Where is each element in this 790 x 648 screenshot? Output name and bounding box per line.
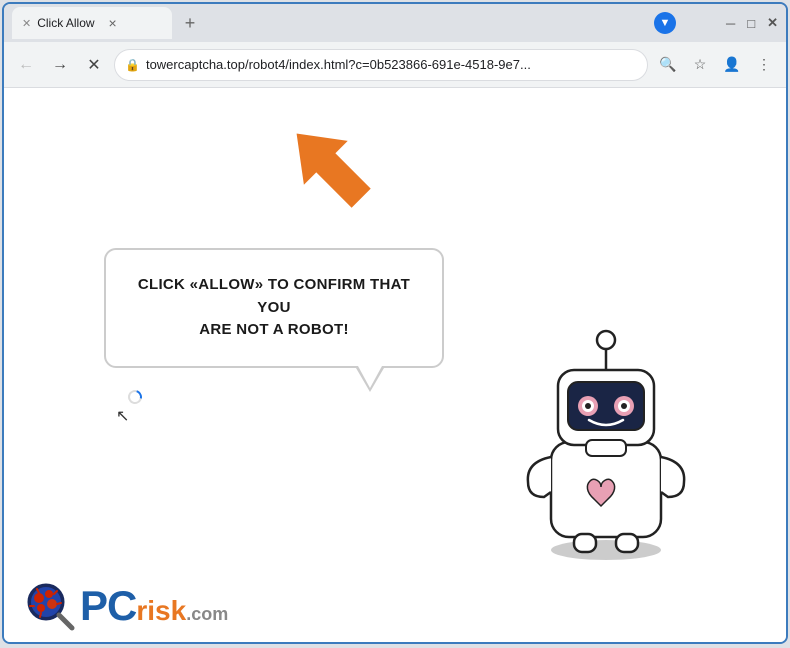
pc-blue-text: PC xyxy=(80,582,136,629)
minimize-button[interactable]: ─ xyxy=(726,16,735,31)
address-bar[interactable]: 🔒 towercaptcha.top/robot4/index.html?c=0… xyxy=(114,49,648,81)
tab-close-button[interactable]: × xyxy=(105,15,121,31)
browser-window: ✕ Click Allow × + ▼ ─ □ ✕ ← → ✕ 🔒 towerc… xyxy=(2,2,788,644)
lock-icon: 🔒 xyxy=(125,58,140,72)
close-button[interactable]: ✕ xyxy=(767,15,778,31)
notification-indicator: ▼ xyxy=(654,12,676,34)
allow-arrow xyxy=(284,116,374,221)
risk-text: risk xyxy=(136,595,186,627)
window-controls: ─ □ ✕ xyxy=(726,15,778,31)
bookmark-button[interactable]: ☆ xyxy=(686,51,714,79)
menu-button[interactable]: ⋮ xyxy=(750,51,778,79)
com-text: .com xyxy=(186,604,228,625)
pc-text: PC xyxy=(80,582,136,630)
title-bar: ✕ Click Allow × + ▼ ─ □ ✕ xyxy=(4,4,786,42)
tab-title: Click Allow xyxy=(37,16,94,30)
back-button[interactable]: ← xyxy=(12,51,40,79)
loading-spinner xyxy=(127,389,143,405)
page-content: CLICK «ALLOW» TO CONFIRM THAT YOU ARE NO… xyxy=(4,88,786,642)
robot-illustration xyxy=(506,302,706,562)
pcrisk-logo: PC risk .com xyxy=(24,580,228,632)
url-text: towercaptcha.top/robot4/index.html?c=0b5… xyxy=(146,57,637,72)
forward-button[interactable]: → xyxy=(46,51,74,79)
toolbar-right-buttons: 🔍 ☆ 👤 ⋮ xyxy=(654,51,778,79)
maximize-button[interactable]: □ xyxy=(747,16,755,31)
bubble-text: CLICK «ALLOW» TO CONFIRM THAT YOU ARE NO… xyxy=(136,274,412,342)
speech-bubble: CLICK «ALLOW» TO CONFIRM THAT YOU ARE NO… xyxy=(104,248,444,368)
mouse-cursor: ↖ xyxy=(116,406,129,426)
profile-button[interactable]: 👤 xyxy=(718,51,746,79)
new-tab-button[interactable]: + xyxy=(176,9,204,37)
tab-favicon: ✕ xyxy=(22,17,31,30)
browser-toolbar: ← → ✕ 🔒 towercaptcha.top/robot4/index.ht… xyxy=(4,42,786,88)
search-button[interactable]: 🔍 xyxy=(654,51,682,79)
browser-tab[interactable]: ✕ Click Allow × xyxy=(12,7,172,39)
reload-button[interactable]: ✕ xyxy=(80,51,108,79)
